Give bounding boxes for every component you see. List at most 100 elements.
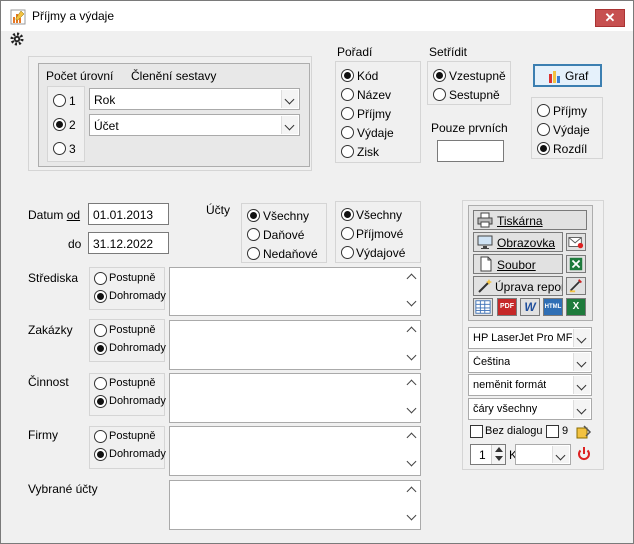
copies-stepper[interactable] [491, 445, 505, 464]
chevron-down-icon[interactable] [406, 510, 417, 521]
grouping-select-2-value: Účet [94, 119, 119, 133]
order-income-radio[interactable] [341, 107, 354, 120]
level-2-radio[interactable] [53, 118, 66, 131]
graph-button[interactable]: Graf [533, 64, 602, 87]
gear-icon[interactable] [10, 32, 24, 46]
table-icon[interactable] [473, 298, 493, 316]
sort-asc-label: Vzestupně [449, 69, 506, 83]
lines-select[interactable]: čáry všechny [468, 398, 592, 420]
printer-select-value: HP LaserJet Pro MFP [473, 332, 573, 344]
scrollbar[interactable] [404, 268, 420, 315]
type-all-radio[interactable] [341, 208, 354, 221]
filter-centers-together-radio[interactable] [94, 290, 107, 303]
file-button-label: Soubor [497, 258, 536, 272]
sort-desc-radio[interactable] [433, 88, 446, 101]
filter-firms-step-label: Postupně [109, 430, 156, 442]
sort-asc-radio[interactable] [433, 69, 446, 82]
chevron-down-icon[interactable] [406, 403, 417, 414]
order-name-radio[interactable] [341, 88, 354, 101]
language-select[interactable]: Čeština [468, 351, 592, 373]
filter-activity-list[interactable] [169, 373, 421, 423]
chevron-up-icon[interactable] [406, 273, 417, 284]
chevron-down-icon[interactable] [573, 376, 590, 394]
level-3-radio[interactable] [53, 142, 66, 155]
scrollbar[interactable] [404, 481, 420, 529]
chevron-down-icon[interactable] [406, 296, 417, 307]
chevron-up-icon[interactable] [406, 432, 417, 443]
report-designer-icon[interactable] [566, 277, 586, 295]
accounts-tax-label: Daňové [263, 228, 305, 242]
copies-input[interactable]: 1 [470, 444, 506, 465]
filter-centers-list[interactable] [169, 267, 421, 316]
screen-button[interactable]: Obrazovka [473, 232, 563, 252]
filter-orders-list[interactable] [169, 320, 421, 370]
graph-diff-radio[interactable] [537, 142, 550, 155]
chevron-down-icon[interactable] [573, 329, 590, 347]
file-button[interactable]: Soubor [473, 254, 563, 274]
filter-orders-together-radio[interactable] [94, 342, 107, 355]
pdf-export-icon[interactable]: PDF [497, 298, 517, 316]
chevron-down-icon[interactable] [281, 90, 298, 108]
edit-report-button[interactable]: Úprava repor [473, 276, 563, 296]
word-export-icon[interactable]: W [520, 298, 540, 316]
grouping-select-2[interactable]: Účet [89, 114, 300, 136]
html-export-icon[interactable]: HTML [543, 298, 563, 316]
accounts-all-radio[interactable] [247, 209, 260, 222]
chevron-down-icon[interactable] [573, 353, 590, 371]
close-button[interactable]: ✕ [595, 9, 625, 27]
type-income-radio[interactable] [341, 227, 354, 240]
excel-icon[interactable]: X [566, 298, 586, 316]
email-icon[interactable] [566, 233, 586, 251]
chevron-up-icon[interactable] [406, 486, 417, 497]
order-title: Pořadí [337, 45, 373, 59]
chevron-down-icon[interactable] [495, 456, 503, 461]
chevron-up-icon[interactable] [406, 379, 417, 390]
filter-firms-together-radio[interactable] [94, 448, 107, 461]
filter-firms-list[interactable] [169, 426, 421, 476]
accounts-tax-radio[interactable] [247, 228, 260, 241]
print-button[interactable]: Tiskárna [473, 210, 587, 230]
filter-activity-step-radio[interactable] [94, 377, 107, 390]
filter-activity-together-radio[interactable] [94, 395, 107, 408]
no-dialog-checkbox[interactable] [470, 425, 483, 438]
scrollbar[interactable] [404, 427, 420, 475]
lines-select-value: čáry všechny [473, 403, 538, 415]
k-select[interactable] [515, 444, 571, 465]
graph-income-radio[interactable] [537, 104, 550, 117]
graph-expense-label: Výdaje [553, 123, 590, 137]
copies-checkbox[interactable] [546, 425, 559, 438]
chevron-down-icon[interactable] [281, 116, 298, 134]
filter-orders-together-label: Dohromady [109, 342, 166, 354]
order-expense-radio[interactable] [341, 126, 354, 139]
accounts-nontax-radio[interactable] [247, 247, 260, 260]
date-to-input[interactable]: 31.12.2022 [88, 232, 169, 254]
filter-centers-step-radio[interactable] [94, 272, 107, 285]
chevron-up-icon[interactable] [495, 447, 503, 452]
first-only-input[interactable] [437, 140, 504, 162]
date-from-input[interactable]: 01.01.2013 [88, 203, 169, 225]
file-icon [480, 256, 492, 272]
chevron-down-icon[interactable] [406, 456, 417, 467]
chevron-down-icon[interactable] [406, 350, 417, 361]
save-settings-icon[interactable] [576, 424, 592, 440]
order-profit-radio[interactable] [341, 145, 354, 158]
filter-firms-step-radio[interactable] [94, 430, 107, 443]
power-icon[interactable] [576, 446, 592, 462]
level-1-radio[interactable] [53, 94, 66, 107]
format-select[interactable]: neměnit formát [468, 374, 592, 396]
order-name-label: Název [357, 88, 392, 102]
type-expense-radio[interactable] [341, 246, 354, 259]
graph-expense-radio[interactable] [537, 123, 550, 136]
grouping-select-1[interactable]: Rok [89, 88, 300, 110]
chevron-up-icon[interactable] [406, 326, 417, 337]
chevron-down-icon[interactable] [573, 400, 590, 418]
language-select-value: Čeština [473, 356, 511, 368]
chevron-down-icon[interactable] [552, 446, 569, 463]
filter-orders-step-radio[interactable] [94, 324, 107, 337]
scrollbar[interactable] [404, 321, 420, 369]
selected-accounts-list[interactable] [169, 480, 421, 530]
printer-select[interactable]: HP LaserJet Pro MFP [468, 327, 592, 349]
excel-export-icon[interactable] [566, 255, 586, 273]
scrollbar[interactable] [404, 374, 420, 422]
order-code-radio[interactable] [341, 69, 354, 82]
